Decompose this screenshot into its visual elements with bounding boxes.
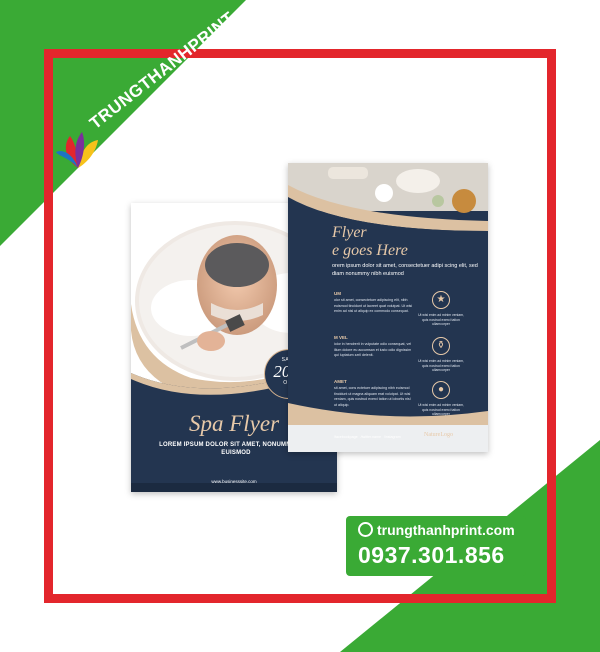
feature-caption: Ut wisi enim ad minim veniam, quis nostr… [418,313,464,326]
section-heading: UM [334,291,341,296]
flower-logo-icon [56,132,98,168]
oil-drop-icon: ⚱ [432,337,450,355]
twitter-link[interactable]: /twitter.name [361,435,381,439]
feature-caption: Ut wisi enim ad minim veniam, quis nostr… [418,403,464,416]
section-text: iolor in hendrerit in vulputate odio con… [334,342,412,357]
back-flyer-lead: orem ipsum dolor sit amet, consectetuer … [332,263,478,277]
front-flyer-website: www.businesssite.com [211,479,257,484]
globe-icon [358,522,373,537]
contact-badge: trungthanhprint.com 0937.301.856 [346,516,526,576]
section-heading: AMET [334,379,347,384]
back-flyer-footer: /facebookpage /twitter.name /instagram [334,435,484,439]
instagram-link[interactable]: /instagram [384,435,401,439]
back-section: AMET sit amet, cons ectetuer adipiscing … [334,379,414,408]
brand-logo: TRUNGTHANHPRINT Bring Brand To Every Hom… [56,8,256,196]
facebook-link[interactable]: /facebookpage [334,435,358,439]
feature-caption: Ut wisi enim ad minim veniam, quis nostr… [418,359,464,372]
section-text: olor sit amet, consectetuer adipiscing e… [334,298,413,313]
back-flyer-title-line2: e goes Here [332,242,408,259]
contact-phone[interactable]: 0937.301.856 [358,542,505,569]
section-heading: M VEL [334,335,348,340]
section-text: sit amet, cons ectetuer adipiscing nibh … [334,386,411,407]
starfish-icon: ★ [432,291,450,309]
contact-website-text: trungthanhprint.com [377,522,515,538]
back-section: UM olor sit amet, consectetuer adipiscin… [334,291,414,315]
nature-logo: NatureLogo [424,432,453,438]
droplet-icon: ● [432,381,450,399]
back-flyer: Flyer e goes Here orem ipsum dolor sit a… [288,163,488,452]
brand-name: TRUNGTHANHPRINT [86,8,239,133]
back-flyer-title-line1: Flyer [332,224,367,241]
back-section: M VEL iolor in hendrerit in vulputate od… [334,335,414,359]
contact-website[interactable]: trungthanhprint.com [358,522,515,538]
